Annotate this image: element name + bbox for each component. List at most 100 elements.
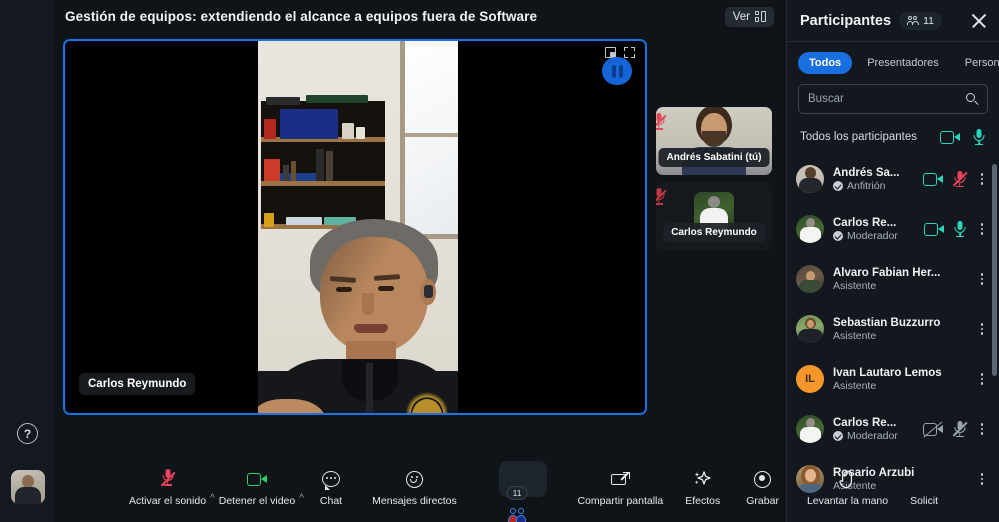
toolbar-button-participants[interactable]: 11 Participantes <box>483 461 552 522</box>
list-item[interactable]: Alvaro Fabian Her... Asistente <box>787 254 999 304</box>
microphone-icon[interactable] <box>953 220 967 238</box>
toolbar-icon-wrap <box>693 464 712 494</box>
expand-fullscreen-icon[interactable] <box>624 47 635 58</box>
tab-personal[interactable]: Personal <box>954 52 999 74</box>
tab-presentadores[interactable]: Presentadores <box>856 52 950 74</box>
view-layout-button[interactable]: Ver <box>724 6 774 27</box>
more-options-icon[interactable] <box>976 273 988 285</box>
participant-info: Ivan Lautaro Lemos Asistente <box>833 367 970 392</box>
bookshelf-board <box>261 181 385 186</box>
toolbar-button-record[interactable]: Grabar <box>742 464 783 507</box>
more-options-icon[interactable] <box>976 423 988 435</box>
close-icon[interactable] <box>971 13 987 29</box>
active-speaker-video-tile[interactable]: Carlos Reymundo <box>63 39 647 415</box>
list-item[interactable]: Sebastian Buzzurro Asistente <box>787 304 999 354</box>
more-options-icon[interactable] <box>976 473 988 485</box>
toolbar-icon-wrap <box>246 464 267 494</box>
shelf-object <box>342 123 354 139</box>
search-box[interactable] <box>798 84 988 114</box>
toolbar-label: Efectos <box>685 495 721 507</box>
participant-controls <box>976 323 988 335</box>
toolbar-button-chat[interactable]: Chat <box>316 464 346 507</box>
shelf-object <box>291 161 296 181</box>
camera-icon[interactable] <box>923 172 943 186</box>
verified-icon <box>833 230 843 241</box>
participants-scrollbar[interactable] <box>992 164 997 376</box>
participant-role: Moderador <box>833 230 918 242</box>
shelf-object <box>280 109 338 139</box>
thumbnail-tile[interactable]: Andrés Sabatini (tú) <box>656 107 772 175</box>
thumbnail-tile[interactable]: Carlos Reymundo <box>656 182 772 250</box>
microphone-muted-icon <box>157 469 179 489</box>
avatar <box>796 165 824 193</box>
microphone-muted-icon[interactable] <box>952 420 967 438</box>
shelf-object <box>264 159 280 181</box>
camera-icon[interactable] <box>924 222 944 236</box>
toolbar-icon-wrap <box>839 464 856 494</box>
microphone-muted-icon <box>656 188 668 205</box>
participant-name: Alvaro Fabian Her... <box>833 266 941 279</box>
participants-tabs: Todos Presentadores Personal <box>787 42 999 80</box>
role-label: Moderador <box>847 229 898 242</box>
help-icon[interactable]: ? <box>17 423 38 444</box>
shelf-object <box>306 95 368 103</box>
people-icon <box>507 508 527 522</box>
more-options-icon[interactable] <box>976 323 988 335</box>
role-label: Moderador <box>847 429 898 442</box>
toolbar-button-effects[interactable]: Efectos <box>681 464 724 507</box>
list-item[interactable]: IL Ivan Lautaro Lemos Asistente <box>787 354 999 404</box>
person-mouth <box>354 324 388 333</box>
toolbar-label: Solicit <box>910 495 939 507</box>
video-options-chevron-up-icon[interactable]: ^ <box>299 493 304 504</box>
role-label: Asistente <box>833 279 877 292</box>
avatar <box>796 265 824 293</box>
list-item[interactable]: Carlos Re... Moderador <box>787 404 999 454</box>
toolbar-icon-wrap <box>507 500 527 522</box>
avatar <box>796 215 824 243</box>
self-avatar[interactable] <box>11 470 45 504</box>
participant-name: Andrés Sa... <box>833 166 900 179</box>
microphone-muted-icon[interactable] <box>952 170 967 188</box>
avatar <box>796 465 824 493</box>
participant-info: Carlos Re... Moderador <box>833 217 918 242</box>
person-placket <box>366 363 373 413</box>
participant-controls <box>923 420 988 438</box>
toolbar-button-stop-video[interactable]: Detener el video <box>215 464 299 507</box>
more-options-icon[interactable] <box>976 173 988 185</box>
person-earbud <box>424 285 433 298</box>
more-options-icon[interactable] <box>976 223 988 235</box>
camera-icon[interactable] <box>940 130 960 144</box>
shelf-object <box>286 217 322 225</box>
avatar-head <box>708 196 720 208</box>
speaking-bar <box>611 64 616 78</box>
toolbar-label: Grabar <box>746 495 779 507</box>
more-options-icon[interactable] <box>976 373 988 385</box>
shelf-object <box>264 119 276 139</box>
participants-list[interactable]: Andrés Sa... Anfitrión Carlos Re... Mode… <box>787 154 999 522</box>
participant-info: Andrés Sa... Anfitrión <box>833 167 917 192</box>
shelf-object <box>266 97 300 105</box>
toolbar-button-unmute[interactable]: Activar el sonido <box>125 464 210 507</box>
person-eye <box>378 286 394 291</box>
camera-off-icon[interactable] <box>923 420 943 438</box>
smiley-face-icon <box>405 470 423 488</box>
shelf-object <box>316 149 324 181</box>
participant-name: Carlos Re... <box>833 416 897 429</box>
toolbar-button-share-screen[interactable]: Compartir pantalla <box>573 464 667 507</box>
participant-info: Sebastian Buzzurro Asistente <box>833 317 970 342</box>
list-item[interactable]: Carlos Re... Moderador <box>787 204 999 254</box>
search-icon[interactable] <box>966 93 979 105</box>
microphone-icon[interactable] <box>972 128 986 146</box>
tab-todos[interactable]: Todos <box>798 52 853 74</box>
all-participants-icons <box>940 128 986 146</box>
search-input[interactable] <box>808 93 966 105</box>
participant-name: Carlos Re... <box>833 216 897 229</box>
role-label: Asistente <box>833 329 877 342</box>
toolbar-label: Activar el sonido <box>129 495 207 507</box>
raised-hand-icon <box>839 470 853 488</box>
toolbar-button-direct-messages[interactable]: Mensajes directos <box>368 464 461 507</box>
list-item[interactable]: Andrés Sa... Anfitrión <box>787 154 999 204</box>
participant-info: Carlos Re... Moderador <box>833 417 917 442</box>
microphone-muted-icon <box>656 113 668 130</box>
sparkles-icon <box>694 471 711 485</box>
